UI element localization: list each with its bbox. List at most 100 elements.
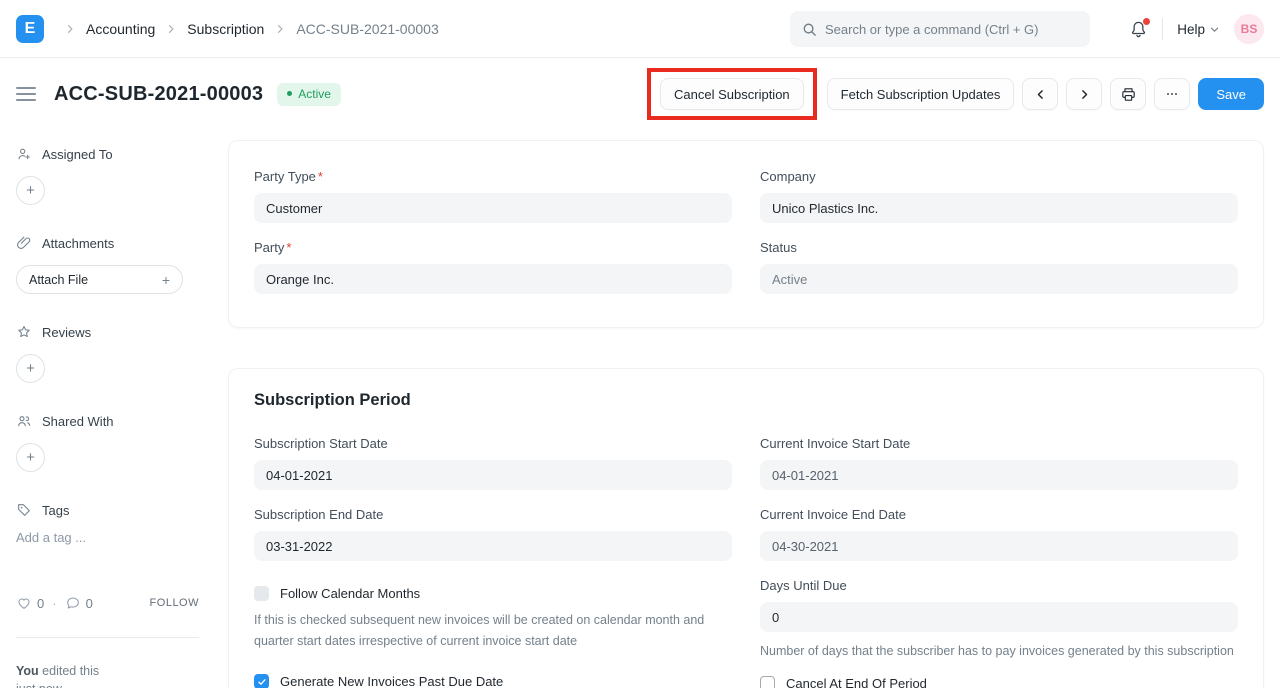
notifications-bell-icon[interactable] bbox=[1129, 20, 1148, 39]
follow-calendar-months-checkbox[interactable]: Follow Calendar Months bbox=[254, 586, 732, 601]
details-section-card: Party Type* Customer Company Unico Plast… bbox=[228, 140, 1264, 328]
breadcrumb-accounting[interactable]: Accounting bbox=[86, 21, 155, 37]
cancel-at-end-field: Cancel At End Of Period bbox=[760, 668, 1238, 688]
activity-when: just now bbox=[16, 680, 199, 688]
attach-file-button[interactable]: Attach File + bbox=[16, 265, 183, 294]
assign-user-icon bbox=[16, 146, 32, 162]
party-type-label: Party Type* bbox=[254, 169, 732, 184]
more-options-button[interactable] bbox=[1154, 78, 1190, 110]
current-invoice-start-date-input: 04-01-2021 bbox=[760, 460, 1238, 490]
notification-dot bbox=[1143, 18, 1150, 25]
generate-new-invoices-field: Generate New Invoices Past Due Date New … bbox=[254, 666, 732, 688]
current-invoice-end-date-label: Current Invoice End Date bbox=[760, 507, 1238, 522]
party-type-input[interactable]: Customer bbox=[254, 193, 732, 223]
add-assignment-button[interactable]: + bbox=[16, 176, 45, 205]
cancel-subscription-button[interactable]: Cancel Subscription bbox=[660, 78, 804, 110]
help-menu[interactable]: Help bbox=[1177, 22, 1220, 37]
add-share-button[interactable]: + bbox=[16, 443, 45, 472]
status-badge: Active bbox=[277, 83, 341, 106]
navbar-right: Help BS bbox=[1129, 0, 1264, 58]
reviews-label: Reviews bbox=[42, 325, 91, 340]
user-avatar[interactable]: BS bbox=[1234, 14, 1264, 44]
users-icon bbox=[16, 413, 32, 429]
activity-edited: You edited this just now bbox=[16, 662, 199, 688]
days-until-due-input[interactable]: 0 bbox=[760, 602, 1238, 632]
social-row: 0 · 0 FOLLOW bbox=[16, 595, 199, 611]
count-separator: · bbox=[52, 596, 56, 611]
shared-with-header: Shared With bbox=[16, 413, 199, 429]
comments-group[interactable]: 0 bbox=[65, 595, 93, 611]
reviews-header: Reviews bbox=[16, 324, 199, 340]
party-type-field: Party Type* Customer bbox=[254, 169, 732, 223]
sidebar-toggle-menu-icon[interactable] bbox=[16, 87, 36, 101]
tags-section: Tags Add a tag ... bbox=[16, 502, 199, 545]
tags-header: Tags bbox=[16, 502, 199, 518]
comment-count: 0 bbox=[86, 596, 93, 611]
chevron-right-icon bbox=[1078, 88, 1091, 101]
app-logo-letter: E bbox=[25, 20, 36, 38]
current-invoice-end-date-input: 04-30-2021 bbox=[760, 531, 1238, 561]
navbar-divider bbox=[1162, 18, 1163, 40]
party-input[interactable]: Orange Inc. bbox=[254, 264, 732, 294]
chevron-left-icon bbox=[1034, 88, 1047, 101]
next-record-button[interactable] bbox=[1066, 78, 1102, 110]
subscription-end-date-input[interactable]: 03-31-2022 bbox=[254, 531, 732, 561]
company-field: Company Unico Plastics Inc. bbox=[760, 169, 1238, 223]
company-label: Company bbox=[760, 169, 1238, 184]
form-main: Party Type* Customer Company Unico Plast… bbox=[228, 130, 1264, 688]
sidebar-divider bbox=[16, 637, 199, 638]
checkbox-unchecked-icon bbox=[254, 586, 269, 601]
add-review-button[interactable]: + bbox=[16, 354, 45, 383]
checkbox-checked-icon bbox=[254, 674, 269, 688]
subscription-start-date-field: Subscription Start Date 04-01-2021 bbox=[254, 436, 732, 490]
previous-record-button[interactable] bbox=[1022, 78, 1058, 110]
chevron-right-icon bbox=[165, 23, 177, 35]
breadcrumb-current-record: ACC-SUB-2021-00003 bbox=[296, 21, 438, 37]
follow-calendar-months-label: Follow Calendar Months bbox=[280, 586, 420, 601]
search-icon bbox=[802, 22, 817, 37]
app-logo[interactable]: E bbox=[16, 15, 44, 43]
save-button[interactable]: Save bbox=[1198, 78, 1264, 110]
status-dot-icon bbox=[287, 91, 292, 96]
party-field: Party* Orange Inc. bbox=[254, 240, 732, 294]
subscription-period-card: Subscription Period Subscription Start D… bbox=[228, 368, 1264, 688]
assigned-to-section: Assigned To + bbox=[16, 146, 199, 205]
fetch-subscription-updates-button[interactable]: Fetch Subscription Updates bbox=[827, 78, 1015, 110]
chevron-down-icon bbox=[1209, 24, 1220, 35]
subscription-start-date-input[interactable]: 04-01-2021 bbox=[254, 460, 732, 490]
company-input[interactable]: Unico Plastics Inc. bbox=[760, 193, 1238, 223]
cancel-at-end-checkbox[interactable]: Cancel At End Of Period bbox=[760, 676, 1238, 688]
tags-label: Tags bbox=[42, 503, 69, 518]
printer-icon bbox=[1120, 86, 1137, 103]
current-invoice-end-date-field: Current Invoice End Date 04-30-2021 bbox=[760, 507, 1238, 561]
add-tag-input[interactable]: Add a tag ... bbox=[16, 530, 199, 545]
days-until-due-description: Number of days that the subscriber has t… bbox=[760, 641, 1234, 662]
period-right-column: Current Invoice Start Date 04-01-2021 Cu… bbox=[760, 436, 1238, 688]
activity-who: You bbox=[16, 664, 39, 678]
likes-group[interactable]: 0 bbox=[16, 595, 44, 611]
help-label: Help bbox=[1177, 22, 1205, 37]
page-body: Assigned To + Attachments Attach File + bbox=[0, 130, 1280, 688]
section-title: Subscription Period bbox=[254, 391, 1238, 410]
status-label: Status bbox=[760, 240, 1238, 255]
global-search-input[interactable]: Search or type a command (Ctrl + G) bbox=[790, 11, 1090, 47]
generate-new-invoices-checkbox[interactable]: Generate New Invoices Past Due Date bbox=[254, 674, 732, 688]
current-invoice-start-date-label: Current Invoice Start Date bbox=[760, 436, 1238, 451]
activity-action: edited this bbox=[42, 664, 99, 678]
subscription-form-page: E Accounting Subscription ACC-SUB-2021-0… bbox=[0, 0, 1280, 688]
print-button[interactable] bbox=[1110, 78, 1146, 110]
follow-button[interactable]: FOLLOW bbox=[150, 597, 199, 609]
attachments-section: Attachments Attach File + bbox=[16, 235, 199, 294]
status-field: Status Active bbox=[760, 240, 1238, 294]
tag-icon bbox=[16, 502, 32, 518]
status-input: Active bbox=[760, 264, 1238, 294]
paperclip-icon bbox=[16, 235, 32, 251]
follow-calendar-months-description: If this is checked subsequent new invoic… bbox=[254, 610, 728, 652]
top-navbar: E Accounting Subscription ACC-SUB-2021-0… bbox=[0, 0, 1280, 58]
shared-with-section: Shared With + bbox=[16, 413, 199, 472]
status-badge-label: Active bbox=[298, 87, 331, 101]
assigned-to-label: Assigned To bbox=[42, 147, 113, 162]
star-icon bbox=[16, 324, 32, 340]
comment-icon bbox=[65, 595, 81, 611]
breadcrumb-subscription[interactable]: Subscription bbox=[187, 21, 264, 37]
